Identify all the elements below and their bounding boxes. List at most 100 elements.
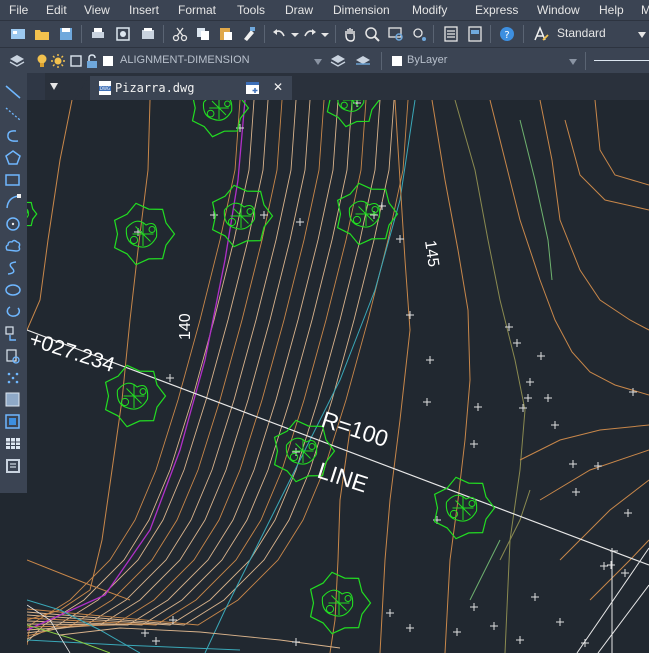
design-center-icon[interactable] xyxy=(467,26,483,42)
polygon-icon[interactable] xyxy=(4,149,22,167)
color-dropdown-icon[interactable] xyxy=(568,58,578,66)
tab-close-icon[interactable]: ✕ xyxy=(273,80,283,94)
contour-line xyxy=(27,100,73,331)
contour-line xyxy=(27,100,269,640)
undo-icon[interactable] xyxy=(271,26,287,42)
properties-icon[interactable] xyxy=(443,26,459,42)
model-space[interactable]: +027.234 R=100 LINE 140 145 xyxy=(27,100,649,653)
survey-point-cross xyxy=(594,462,602,470)
survey-point-cross xyxy=(531,593,539,601)
menu-edit[interactable]: Edit xyxy=(46,3,67,17)
contour-line xyxy=(469,539,501,601)
new-tab-icon[interactable] xyxy=(245,81,261,95)
survey-point-cross xyxy=(607,561,615,569)
redo-icon[interactable] xyxy=(302,26,318,42)
toolbar-separator xyxy=(433,25,434,43)
pan-hand-icon[interactable] xyxy=(342,26,358,42)
line-icon[interactable] xyxy=(4,83,22,101)
publish-icon[interactable] xyxy=(140,26,156,42)
text-style-select[interactable]: Standard xyxy=(553,25,649,43)
drawing-canvas[interactable]: +027.234 R=100 LINE 140 145 xyxy=(27,100,649,653)
tab-pizarra[interactable]: DWG Pizarra.dwg ✕ xyxy=(90,76,292,100)
menu-express[interactable]: Express xyxy=(475,3,518,17)
toolbar-separator xyxy=(264,25,265,43)
gradient-icon[interactable] xyxy=(4,413,22,431)
linetype-preview[interactable] xyxy=(594,60,649,61)
survey-point-cross xyxy=(556,618,564,626)
match-properties-icon[interactable] xyxy=(241,26,257,42)
layer-properties-icon[interactable] xyxy=(9,53,25,69)
layer-on-lightbulb-icon[interactable] xyxy=(34,53,50,69)
color-select[interactable]: ByLayer xyxy=(403,52,581,70)
menu-dimension[interactable]: Dimension xyxy=(333,3,390,17)
new-drawing-icon[interactable] xyxy=(10,26,26,42)
menu-draw[interactable]: Draw xyxy=(285,3,313,17)
menu-modify[interactable]: Modify xyxy=(412,3,447,17)
point-icon[interactable] xyxy=(4,369,22,387)
color-swatch xyxy=(392,56,402,66)
print-icon[interactable] xyxy=(90,26,106,42)
paste-icon[interactable] xyxy=(218,26,234,42)
revision-cloud-icon[interactable] xyxy=(4,237,22,255)
zoom-realtime-icon[interactable] xyxy=(364,26,380,42)
layer-color-swatch xyxy=(103,56,113,66)
layer-select[interactable]: ALIGNMENT-DIMENSION xyxy=(116,52,326,70)
hatch-icon[interactable] xyxy=(4,391,22,409)
survey-point-cross xyxy=(600,562,608,570)
zoom-window-icon[interactable] xyxy=(388,26,404,42)
survey-point-cross xyxy=(453,628,461,636)
construction-line-icon[interactable] xyxy=(4,105,22,123)
save-icon[interactable] xyxy=(58,26,74,42)
plot-preview-icon[interactable] xyxy=(115,26,131,42)
layer-unlock-icon[interactable] xyxy=(84,53,100,69)
spline-icon[interactable] xyxy=(4,259,22,277)
survey-point-cross xyxy=(544,394,552,402)
copy-icon[interactable] xyxy=(195,26,211,42)
cut-icon[interactable] xyxy=(172,26,188,42)
tree-symbol xyxy=(104,364,167,428)
utility-line xyxy=(27,639,241,651)
survey-point-cross xyxy=(423,398,431,406)
make-object-layer-current-icon[interactable] xyxy=(330,53,346,69)
survey-point-cross xyxy=(572,488,580,496)
undo-dropdown-icon[interactable] xyxy=(287,26,303,42)
layer-previous-icon[interactable] xyxy=(355,53,371,69)
menu-view[interactable]: View xyxy=(84,3,110,17)
ellipse-icon[interactable] xyxy=(4,281,22,299)
arc-icon[interactable] xyxy=(4,193,22,211)
layer-viewport-icon[interactable] xyxy=(68,53,84,69)
table-icon[interactable] xyxy=(4,435,22,453)
text-style-dropdown-icon[interactable] xyxy=(637,31,647,39)
menu-format[interactable]: Format xyxy=(178,3,216,17)
survey-point-cross xyxy=(141,629,149,637)
multiline-text-icon[interactable] xyxy=(4,457,22,475)
menu-help[interactable]: Help xyxy=(599,3,624,17)
layer-dropdown-icon[interactable] xyxy=(313,58,323,66)
tab-menu-dropdown-icon[interactable] xyxy=(49,82,59,91)
make-block-icon[interactable] xyxy=(4,347,22,365)
tree-symbol xyxy=(433,476,496,540)
menu-tools[interactable]: Tools xyxy=(237,3,265,17)
help-icon[interactable]: ? xyxy=(499,26,515,42)
rectangle-icon[interactable] xyxy=(4,171,22,189)
open-folder-icon[interactable] xyxy=(34,26,50,42)
insert-block-icon[interactable] xyxy=(4,325,22,343)
contour-line xyxy=(27,100,241,646)
menu-insert[interactable]: Insert xyxy=(129,3,159,17)
menu-window[interactable]: Window xyxy=(537,3,580,17)
survey-point-cross xyxy=(513,339,521,347)
tab-filename: Pizarra.dwg xyxy=(115,81,195,95)
layer-thaw-sun-icon[interactable] xyxy=(50,53,66,69)
menu-file[interactable]: File xyxy=(9,3,28,17)
toolbar-separator xyxy=(381,52,382,70)
redo-dropdown-icon[interactable] xyxy=(317,26,333,42)
zoom-previous-icon[interactable] xyxy=(411,26,427,42)
text-style-icon[interactable] xyxy=(533,26,549,42)
polyline-icon[interactable] xyxy=(4,127,22,145)
ellipse-arc-icon[interactable] xyxy=(4,303,22,321)
survey-point-cross xyxy=(406,311,414,319)
menu-more[interactable]: M xyxy=(641,3,649,17)
survey-point-cross xyxy=(152,637,160,645)
alignment-centerline xyxy=(27,329,649,566)
circle-icon[interactable] xyxy=(4,215,22,233)
